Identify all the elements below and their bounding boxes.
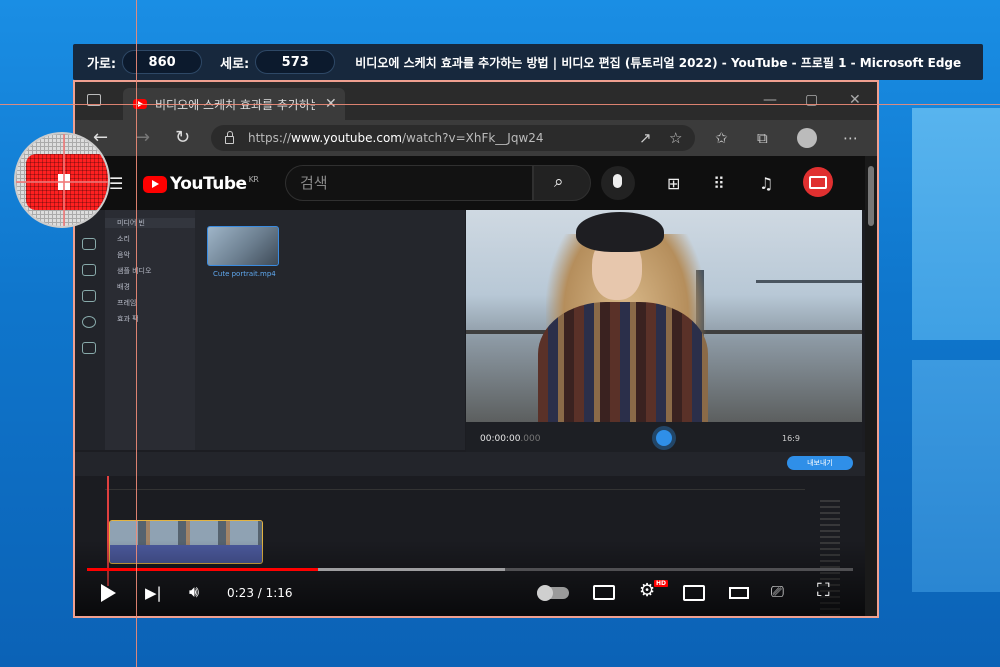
region-code: KR xyxy=(248,174,259,184)
editor-preview-time-ms: .000 xyxy=(520,434,541,444)
maximize-icon[interactable]: ▢ xyxy=(805,92,818,108)
refresh-icon[interactable]: ↻ xyxy=(175,127,190,148)
editor-side-item: 배경 xyxy=(117,283,130,291)
microphone-icon xyxy=(613,174,622,188)
editor-preview-time: 00:00:00.000 xyxy=(480,434,540,444)
editor-play-icon xyxy=(656,430,672,446)
editor-preview-time-main: 00:00:00 xyxy=(480,434,521,444)
editor-export-button: 내보내기 xyxy=(787,456,853,470)
captured-window-title: 비디오에 스케치 효과를 추가하는 방법 | 비디오 편집 (튜토리얼 2022… xyxy=(355,55,962,70)
timeline-ruler xyxy=(105,476,805,490)
create-video-icon[interactable]: ⊞ xyxy=(667,174,680,193)
media-file-name: Cute portrait.mp4 xyxy=(213,270,276,278)
editor-side-item: 미디어 빈 xyxy=(105,218,195,228)
transitions-icon xyxy=(82,264,96,276)
add-favorite-icon[interactable]: ☆ xyxy=(669,129,682,147)
next-video-icon[interactable]: ▶| xyxy=(145,584,162,602)
cast-icon[interactable]: ⎚ xyxy=(771,582,784,602)
settings-gear-icon[interactable]: ⚙ xyxy=(639,580,655,601)
minimize-icon[interactable]: — xyxy=(763,92,777,108)
bridge-cable xyxy=(756,280,862,283)
titles-icon xyxy=(82,290,96,302)
account-avatar[interactable] xyxy=(803,167,833,197)
editor-side-item: 음악 xyxy=(117,251,130,259)
portrait-beret xyxy=(576,212,664,252)
tab-strip: 비디오에 스케치 효과를 추가하는 방법 ✕ — ▢ ✕ xyxy=(75,82,877,120)
youtube-header: ☰ YouTube KR 검색 ⌕ ⊞ ⠿ ♫ xyxy=(75,156,865,210)
time-display: 0:23 / 1:16 xyxy=(227,586,293,600)
height-label: 세로: xyxy=(220,56,250,72)
width-value[interactable]: 860 xyxy=(122,50,203,74)
url-prefix: https:// xyxy=(248,131,292,145)
browser-window: 비디오에 스케치 효과를 추가하는 방법 ✕ — ▢ ✕ ← → ↻ https… xyxy=(75,82,877,616)
more-tools-icon xyxy=(82,342,96,354)
capture-info-bar: 가로: 860 세로: 573 비디오에 스케치 효과를 추가하는 방법 | 비… xyxy=(73,44,983,80)
media-thumbnail xyxy=(207,226,279,266)
crosshair-vertical-guide xyxy=(136,0,137,667)
fullscreen-icon[interactable]: ⛶ xyxy=(817,580,830,601)
controls-gradient xyxy=(75,540,865,616)
youtube-logo[interactable]: YouTube KR xyxy=(143,174,259,194)
editor-preview-controls: 00:00:00.000 16:9 xyxy=(466,422,862,452)
editor-side-item: 소리 xyxy=(117,235,130,243)
youtube-logo-text: YouTube xyxy=(170,174,247,194)
editor-tool-rail xyxy=(75,210,105,450)
editor-sidebar: 미디어 빈 소리 음악 샘플 비디오 배경 프레임 효과 팩 xyxy=(105,210,195,450)
width-label: 가로: xyxy=(87,56,117,72)
stickers-icon xyxy=(82,316,96,328)
editor-media-bin: Cute portrait.mp4 xyxy=(195,210,465,450)
windows-logo-pane xyxy=(912,108,1000,340)
profile-icon[interactable] xyxy=(797,128,817,148)
more-options-icon[interactable]: ⋯ xyxy=(843,129,858,147)
windows-logo-pane xyxy=(912,360,1000,592)
height-value[interactable]: 573 xyxy=(255,50,336,74)
voice-search-button[interactable] xyxy=(601,166,635,200)
magnifier-crosshair-h xyxy=(16,181,108,183)
autoplay-toggle[interactable] xyxy=(537,585,569,601)
share-icon[interactable]: ↗ xyxy=(639,129,652,147)
address-toolbar: ← → ↻ https://www.youtube.com/watch?v=Xh… xyxy=(75,120,877,156)
search-button[interactable]: ⌕ xyxy=(533,165,591,201)
miniplayer-icon[interactable] xyxy=(683,585,705,601)
subtitles-icon[interactable] xyxy=(593,585,615,600)
video-player[interactable]: 미디어 빈 소리 음악 샘플 비디오 배경 프레임 효과 팩 Cute port… xyxy=(75,210,865,616)
scrollbar-thumb[interactable] xyxy=(868,166,874,226)
crosshair-horizontal-guide xyxy=(0,104,1000,105)
progress-played xyxy=(87,568,319,571)
url-path: /watch?v=XhFk__Jqw24 xyxy=(401,131,544,145)
editor-preview-frame xyxy=(466,210,862,422)
editor-timeline-toolbar: 내보내기 xyxy=(75,452,865,476)
editor-aspect-ratio: 16:9 xyxy=(782,434,800,443)
hd-badge: HD xyxy=(654,580,669,587)
close-window-icon[interactable]: ✕ xyxy=(849,92,861,108)
apps-grid-icon[interactable]: ⠿ xyxy=(713,174,725,193)
youtube-play-logo-icon xyxy=(143,175,167,193)
search-icon: ⌕ xyxy=(554,172,564,192)
capture-magnifier xyxy=(14,132,110,228)
progress-bar[interactable] xyxy=(87,568,853,571)
notifications-bell-icon[interactable]: ♫ xyxy=(759,174,773,193)
forward-arrow-icon[interactable]: → xyxy=(135,127,150,148)
theater-mode-icon[interactable] xyxy=(729,587,749,599)
menu-icon[interactable]: ☰ xyxy=(109,174,123,193)
url-field[interactable]: https://www.youtube.com/watch?v=XhFk__Jq… xyxy=(211,125,695,151)
portrait-coat xyxy=(538,302,708,422)
page-scrollbar[interactable] xyxy=(865,156,877,616)
favorites-icon[interactable]: ✩ xyxy=(715,129,728,147)
url-host: www.youtube.com xyxy=(291,131,402,145)
lock-icon[interactable] xyxy=(225,130,234,144)
magic-wand-icon xyxy=(82,238,96,250)
collections-icon[interactable]: ⧉ xyxy=(757,129,768,147)
volume-icon[interactable]: 🔊︎ xyxy=(189,582,199,602)
search-input[interactable]: 검색 xyxy=(285,165,533,201)
play-icon[interactable] xyxy=(101,584,116,602)
editor-side-item: 샘플 비디오 xyxy=(117,267,152,275)
editor-side-item: 프레임 xyxy=(117,299,137,307)
